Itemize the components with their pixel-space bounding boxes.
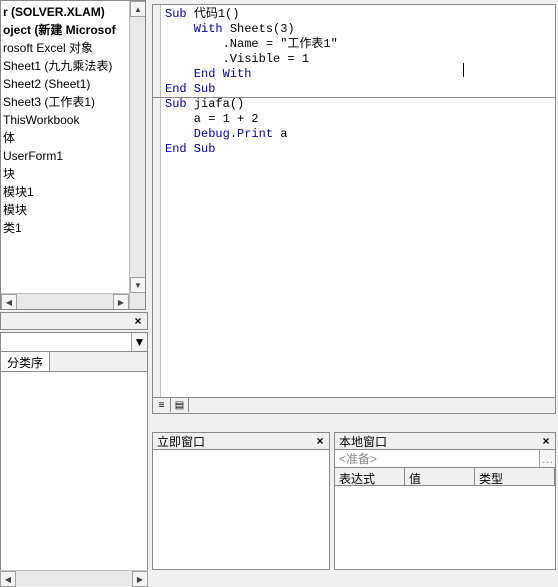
immediate-body[interactable] [152, 450, 330, 570]
project-tree-vscrollbar[interactable]: ▲ ▼ [129, 1, 145, 309]
tree-item-excel-objects[interactable]: rosoft Excel 对象 [1, 39, 145, 57]
close-icon[interactable]: × [313, 434, 327, 448]
locals-ready-label: <准备> [339, 450, 377, 467]
locals-headers: 表达式 值 类型 [335, 468, 555, 486]
project-explorer[interactable]: r (SOLVER.XLAM) oject (新建 Microsof rosof… [0, 0, 146, 310]
tree-item-sheet2[interactable]: Sheet2 (Sheet1) [1, 75, 145, 93]
code-editor[interactable]: Sub 代码1() With Sheets(3) .Name = "工作表1" … [152, 4, 556, 398]
tree-item-project[interactable]: oject (新建 Microsof [1, 21, 145, 39]
code-margin [153, 5, 161, 397]
properties-grid[interactable] [0, 372, 148, 580]
locals-header-value[interactable]: 值 [405, 468, 475, 485]
code-pane: Sub 代码1() With Sheets(3) .Name = "工作表1" … [152, 0, 556, 430]
procedure-divider [153, 97, 555, 98]
text-cursor [463, 63, 464, 77]
immediate-window: 立即窗口 × [152, 432, 330, 586]
locals-window: 本地窗口 × <准备> … 表达式 值 类型 [334, 432, 556, 586]
close-icon[interactable]: × [539, 434, 553, 448]
properties-object-combo[interactable]: ▼ [0, 332, 148, 352]
tree-item-module1[interactable]: 模块1 [1, 183, 145, 201]
left-pane-hscrollbar[interactable]: ◀ ▶ [0, 570, 148, 586]
tree-item-modules[interactable]: 块 [1, 165, 145, 183]
tab-categorized[interactable]: 分类序 [1, 352, 50, 371]
tree-item-module[interactable]: 模块 [1, 201, 145, 219]
immediate-title: 立即窗口 × [152, 432, 330, 450]
locals-ready-bar: <准备> … [335, 450, 555, 468]
scroll-left-icon[interactable]: ◀ [1, 294, 17, 310]
code-view-toggle: ≡ ▤ [152, 398, 556, 414]
scroll-down-icon[interactable]: ▼ [130, 277, 146, 293]
locals-title-label: 本地窗口 [339, 433, 387, 450]
locals-header-type[interactable]: 类型 [475, 468, 555, 485]
tree-item-class1[interactable]: 类1 [1, 219, 145, 237]
procedure-view-button[interactable]: ≡ [153, 398, 171, 412]
properties-header: × [0, 312, 148, 330]
full-module-view-button[interactable]: ▤ [171, 398, 189, 412]
scroll-right-icon[interactable]: ▶ [132, 571, 148, 587]
dropdown-icon[interactable]: ▼ [131, 333, 147, 351]
project-tree-content[interactable]: r (SOLVER.XLAM) oject (新建 Microsof rosof… [1, 1, 145, 237]
close-icon[interactable]: × [131, 314, 145, 328]
locals-body[interactable]: <准备> … 表达式 值 类型 [334, 450, 556, 570]
locals-header-expression[interactable]: 表达式 [335, 468, 405, 485]
tree-item-solver[interactable]: r (SOLVER.XLAM) [1, 3, 145, 21]
code-text[interactable]: Sub 代码1() With Sheets(3) .Name = "工作表1" … [165, 7, 338, 157]
project-tree-hscrollbar[interactable]: ◀ ▶ [1, 293, 129, 309]
locals-title: 本地窗口 × [334, 432, 556, 450]
dropdown-icon[interactable]: … [539, 450, 555, 467]
immediate-title-label: 立即窗口 [157, 433, 205, 450]
tree-item-thisworkbook[interactable]: ThisWorkbook [1, 111, 145, 129]
tree-item-sheet1[interactable]: Sheet1 (九九乘法表) [1, 57, 145, 75]
tree-item-sheet3[interactable]: Sheet3 (工作表1) [1, 93, 145, 111]
scroll-right-icon[interactable]: ▶ [113, 294, 129, 310]
scroll-left-icon[interactable]: ◀ [0, 571, 16, 587]
properties-tabs: 分类序 [0, 352, 148, 372]
tree-item-userform1[interactable]: UserForm1 [1, 147, 145, 165]
scroll-up-icon[interactable]: ▲ [130, 1, 146, 17]
tree-item-forms[interactable]: 体 [1, 129, 145, 147]
